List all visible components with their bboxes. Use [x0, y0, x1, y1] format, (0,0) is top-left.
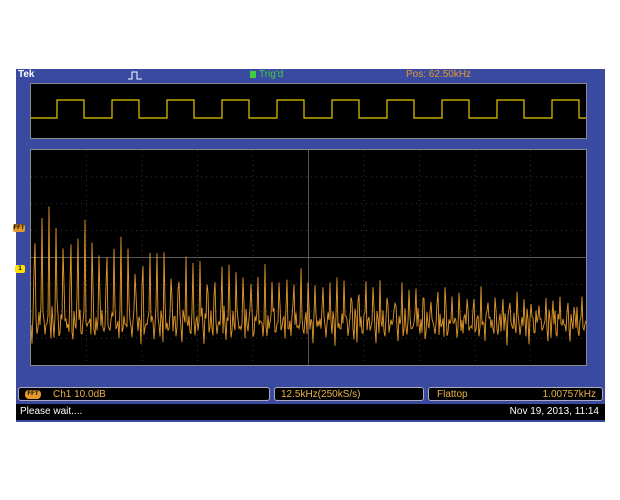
ch1-reference-marker[interactable]: 1 [15, 265, 25, 273]
window-readout[interactable]: Flattop 1.00757kHz [428, 387, 603, 401]
status-message: Please wait.... [20, 406, 83, 417]
date-time: Nov 19, 2013, 11:14 [509, 406, 599, 417]
trigger-status-label: Trig'd [259, 69, 284, 80]
time-domain-panel [30, 83, 620, 139]
trigger-indicator-icon [250, 71, 256, 78]
window-type: Flattop [437, 389, 468, 400]
channel-scale-readout[interactable]: FFT Ch1 10.0dB [18, 387, 270, 401]
fft-spectrum-trace [30, 150, 587, 365]
square-wave-trace [31, 99, 620, 119]
pulse-icon [128, 71, 142, 80]
brand-logo: Tek [18, 69, 35, 80]
horizontal-position: Pos: 62.50kHz [406, 69, 472, 80]
frequency-readout: 1.00757kHz [542, 389, 596, 400]
fft-reference-marker[interactable]: FFT [13, 224, 25, 232]
fft-graticule [30, 149, 587, 366]
span-readout[interactable]: 12.5kHz(250kS/s) [274, 387, 424, 401]
fft-badge: FFT [25, 390, 41, 399]
channel-scale: Ch1 10.0dB [53, 389, 106, 400]
top-status-bar: Tek Trig'd Pos: 62.50kHz [16, 69, 605, 81]
trigger-status: Trig'd [250, 69, 283, 81]
message-bar: Please wait.... Nov 19, 2013, 11:14 [16, 404, 605, 420]
oscilloscope-screen: Tek Trig'd Pos: 62.50kHz FFT 1 FFT Ch1 1… [13, 69, 620, 422]
